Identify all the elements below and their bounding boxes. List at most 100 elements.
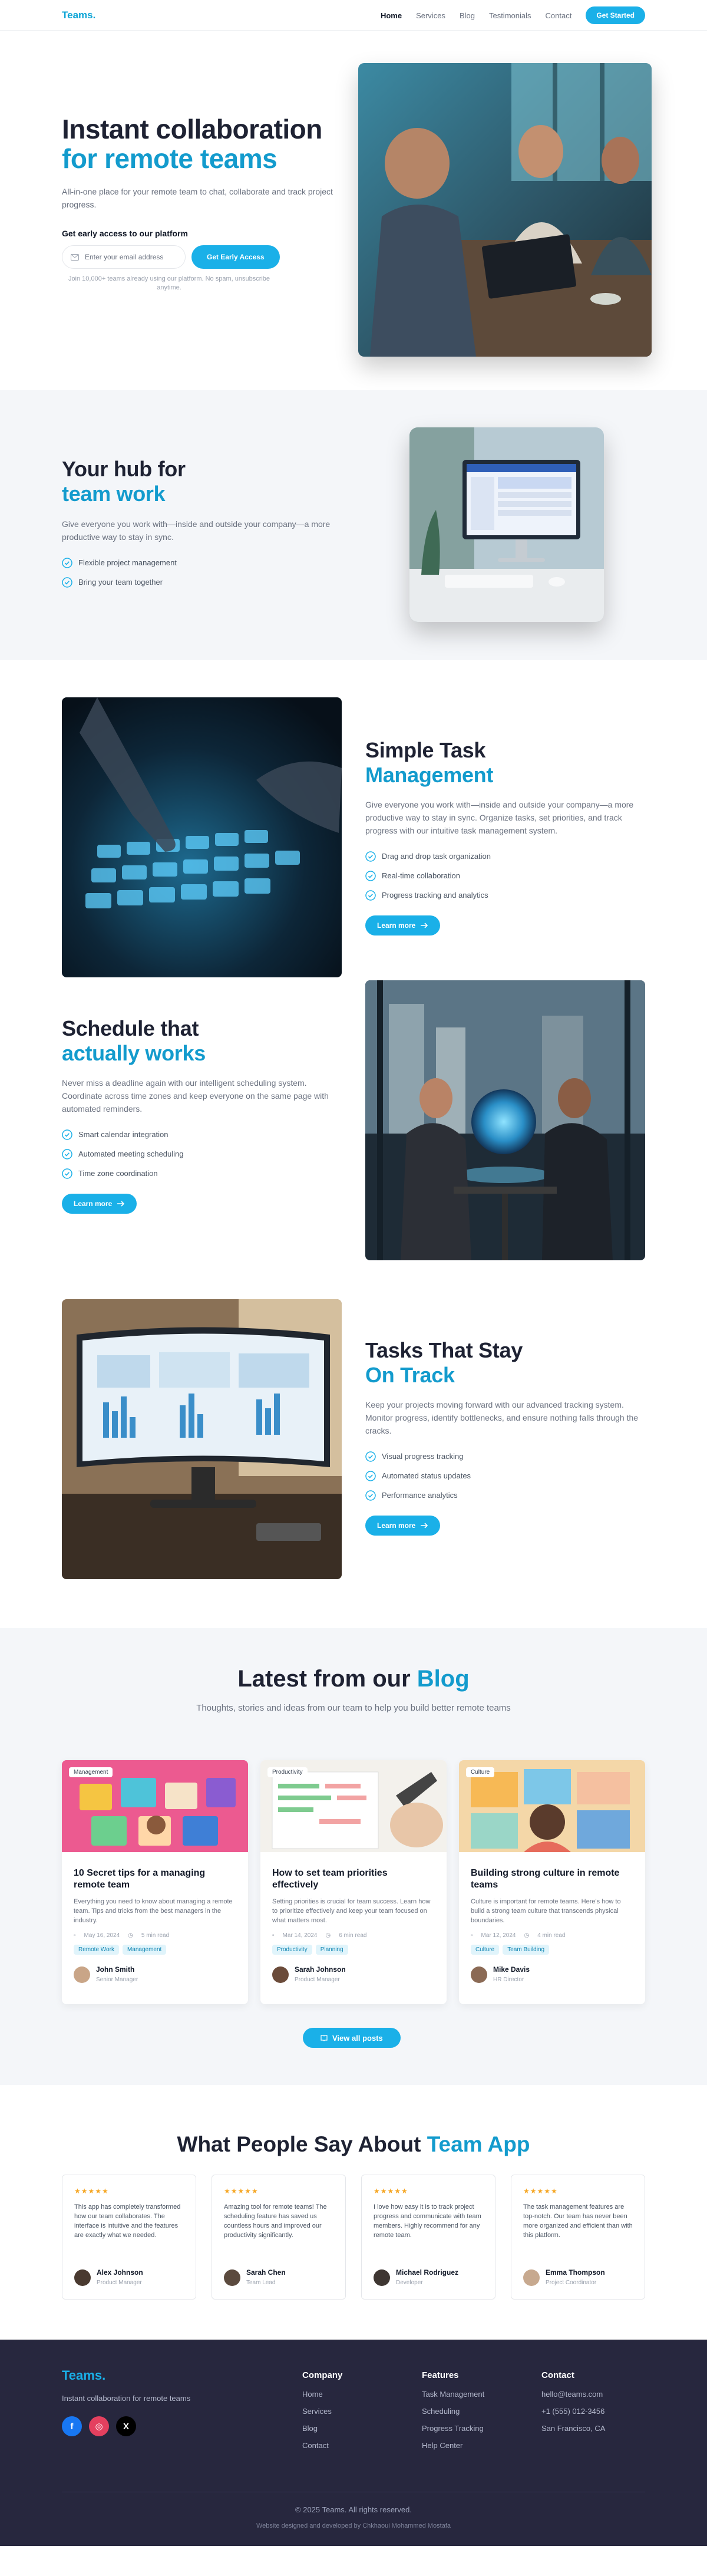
blog-card-excerpt: Culture is important for remote teams. H… bbox=[471, 1898, 621, 1924]
testimonial-author: Emma Thompson Project Coordinator bbox=[523, 2268, 605, 2287]
footer-link-task-management[interactable]: Task Management bbox=[422, 2390, 484, 2399]
get-started-button[interactable]: Get Started bbox=[586, 6, 645, 24]
contact-phone[interactable]: +1 (555) 012-3456 bbox=[541, 2407, 605, 2416]
feature-label: Visual progress tracking bbox=[382, 1452, 464, 1461]
avatar bbox=[224, 2269, 240, 2286]
footer-link-blog[interactable]: Blog bbox=[302, 2424, 342, 2433]
author-name: Mike Davis bbox=[493, 1965, 530, 1974]
nav-links: Home Services Blog Testimonials Contact … bbox=[381, 6, 645, 24]
arrow-right-icon bbox=[117, 1201, 125, 1207]
footer-link-progress-tracking[interactable]: Progress Tracking bbox=[422, 2424, 484, 2433]
blog-card-author: Sarah Johnson Product Manager bbox=[272, 1965, 435, 1984]
task-title-line1: Simple Task bbox=[365, 738, 486, 762]
blog-card-image: Culture bbox=[459, 1760, 645, 1852]
learn-more-label: Learn more bbox=[377, 921, 416, 930]
footer-bottom: © 2025 Teams. All rights reserved. Websi… bbox=[62, 2492, 645, 2529]
author-role: Senior Manager bbox=[96, 1977, 138, 1983]
list-item: Progress tracking and analytics bbox=[365, 885, 648, 905]
early-access-form: Enter your email address Get Early Acces… bbox=[62, 245, 280, 269]
footer-link-services[interactable]: Services bbox=[302, 2407, 342, 2416]
footer-tagline: Instant collaboration for remote teams bbox=[62, 2394, 191, 2403]
social-links: f ◎ X bbox=[62, 2416, 136, 2436]
book-icon bbox=[321, 2035, 328, 2041]
testimonials-title-accent: Team App bbox=[427, 2132, 530, 2156]
footer-logo[interactable]: Teams. bbox=[62, 2368, 105, 2383]
testimonial-quote: I love how easy it is to track project p… bbox=[374, 2203, 481, 2239]
blog-card-title[interactable]: Building strong culture in remote teams bbox=[471, 1867, 633, 1891]
schedule-learn-more-button[interactable]: Learn more bbox=[62, 1194, 137, 1214]
footer-link-help-center[interactable]: Help Center bbox=[422, 2441, 484, 2450]
contact-email[interactable]: hello@teams.com bbox=[541, 2390, 605, 2399]
tag-chip[interactable]: Remote Work bbox=[74, 1945, 119, 1955]
author-role: Product Manager bbox=[295, 1977, 340, 1983]
list-item: Bring your team together bbox=[62, 572, 177, 592]
tag-chip[interactable]: Culture bbox=[471, 1945, 500, 1955]
author-role: Product Manager bbox=[97, 2279, 142, 2286]
list-item: Drag and drop task organization bbox=[365, 846, 648, 866]
instagram-icon[interactable]: ◎ bbox=[89, 2416, 109, 2436]
hub-feature-list: Flexible project management Bring your t… bbox=[62, 553, 177, 592]
task-learn-more-button[interactable]: Learn more bbox=[365, 915, 441, 935]
email-placeholder: Enter your email address bbox=[85, 253, 164, 261]
clock-icon: ◷ bbox=[524, 1932, 530, 1939]
get-early-access-label: Get Early Access bbox=[207, 253, 265, 261]
facebook-icon[interactable]: f bbox=[62, 2416, 82, 2436]
learn-more-label: Learn more bbox=[74, 1200, 113, 1208]
author-name: Michael Rodriguez bbox=[396, 2268, 459, 2277]
check-circle-icon bbox=[62, 557, 72, 568]
track-learn-more-button[interactable]: Learn more bbox=[365, 1516, 441, 1536]
clock-icon: ◷ bbox=[325, 1932, 331, 1939]
tag-chip[interactable]: Team Building bbox=[503, 1945, 550, 1955]
email-field[interactable]: Enter your email address bbox=[62, 245, 186, 269]
author-name: Alex Johnson bbox=[97, 2268, 143, 2277]
blog-card-title[interactable]: How to set team priorities effectively bbox=[272, 1867, 435, 1891]
blog-card-excerpt: Everything you need to know about managi… bbox=[74, 1898, 233, 1924]
nav-link-home[interactable]: Home bbox=[381, 11, 402, 20]
blog-card[interactable]: Culture Building strong culture in remot… bbox=[459, 1760, 645, 2004]
nav-link-services[interactable]: Services bbox=[416, 11, 445, 20]
tag-chip[interactable]: Productivity bbox=[272, 1945, 312, 1955]
star-rating: ★★★★★ bbox=[224, 2187, 259, 2195]
learn-more-label: Learn more bbox=[377, 1521, 416, 1530]
avatar bbox=[272, 1966, 289, 1983]
blog-card-tags: Productivity Planning bbox=[272, 1945, 435, 1955]
hero-team-meeting-photo bbox=[358, 63, 652, 357]
contact-location: San Francisco, CA bbox=[541, 2424, 606, 2433]
track-title: Tasks That Stay On Track bbox=[365, 1338, 648, 1388]
testimonial-quote: This app has completely transformed how … bbox=[74, 2203, 181, 2239]
testimonial-card: ★★★★★ This app has completely transforme… bbox=[62, 2175, 196, 2300]
testimonial-card: ★★★★★ I love how easy it is to track pro… bbox=[361, 2175, 495, 2300]
footer-link-scheduling[interactable]: Scheduling bbox=[422, 2407, 484, 2416]
footer-heading: Features bbox=[422, 2370, 459, 2380]
avatar bbox=[523, 2269, 540, 2286]
nav-link-contact[interactable]: Contact bbox=[546, 11, 572, 20]
schedule-text: Schedule that actually works Never miss a… bbox=[62, 1016, 345, 1214]
view-all-posts-button[interactable]: View all posts bbox=[303, 2028, 401, 2048]
nav-link-blog[interactable]: Blog bbox=[460, 11, 475, 20]
footer-link-contact[interactable]: Contact bbox=[302, 2441, 342, 2450]
blog-card[interactable]: Management 10 Secret tips for a managing… bbox=[62, 1760, 248, 2004]
avatar bbox=[374, 2269, 390, 2286]
calendar-icon: ▫ bbox=[471, 1932, 473, 1939]
avatar bbox=[74, 2269, 91, 2286]
blog-card[interactable]: Productivity How to set team priorities … bbox=[260, 1760, 447, 2004]
star-rating: ★★★★★ bbox=[74, 2187, 109, 2195]
blog-card-meta: ▫ Mar 14, 2024 ◷ 6 min read bbox=[272, 1932, 435, 1939]
blog-card-image: Productivity bbox=[260, 1760, 447, 1852]
task-title-accent: Management bbox=[365, 763, 494, 787]
hero-title-accent: for remote teams bbox=[62, 143, 277, 174]
tag-chip[interactable]: Management bbox=[122, 1945, 167, 1955]
tag-chip[interactable]: Planning bbox=[315, 1945, 348, 1955]
feature-label: Flexible project management bbox=[78, 558, 177, 567]
footer-link-home[interactable]: Home bbox=[302, 2390, 342, 2399]
schedule-title-accent: actually works bbox=[62, 1041, 206, 1065]
post-date: May 16, 2024 bbox=[84, 1932, 120, 1939]
nav-link-testimonials[interactable]: Testimonials bbox=[489, 11, 531, 20]
blog-title: Latest from our Blog bbox=[62, 1666, 645, 1692]
hub-section: Your hub for team work Give everyone you … bbox=[0, 390, 707, 660]
brand-logo[interactable]: Teams. bbox=[62, 9, 95, 21]
blog-card-title[interactable]: 10 Secret tips for a managing remote tea… bbox=[74, 1867, 236, 1891]
list-item: Automated status updates bbox=[365, 1466, 648, 1485]
x-twitter-icon[interactable]: X bbox=[116, 2416, 136, 2436]
get-early-access-button[interactable]: Get Early Access bbox=[191, 245, 280, 269]
